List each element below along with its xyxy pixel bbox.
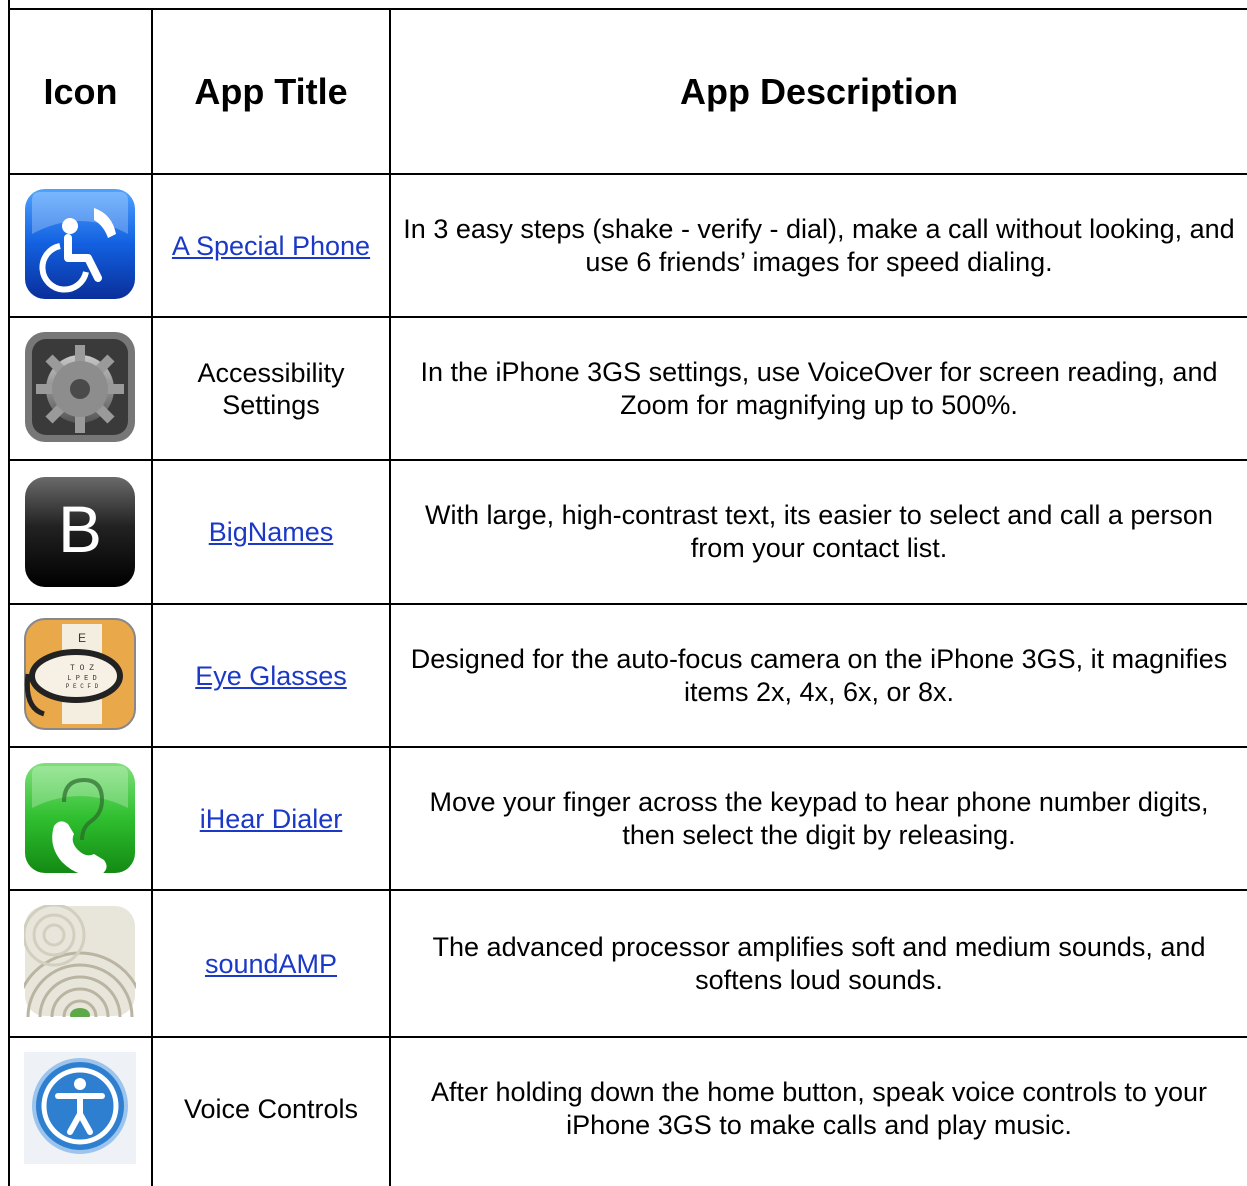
- app-title-link[interactable]: BigNames: [209, 516, 334, 548]
- svg-text:B: B: [58, 492, 102, 566]
- eye-glasses-icon: E T O Z L P E D P E C F D: [24, 618, 136, 730]
- row-description: After holding down the home button, spea…: [431, 1077, 1207, 1140]
- letter-b-icon: B: [25, 477, 135, 587]
- settings-gear-icon: [25, 332, 135, 442]
- row-description: In the iPhone 3GS settings, use VoiceOve…: [420, 356, 1218, 420]
- header-app-title: App Title: [194, 70, 348, 112]
- accessibility-person-icon: [24, 1052, 136, 1164]
- header-app-description: App Description: [679, 70, 958, 112]
- row-title-cell: soundAMP: [153, 891, 389, 1036]
- app-title-link[interactable]: A Special Phone: [172, 230, 370, 262]
- svg-text:P E C F D: P E C F D: [66, 683, 99, 690]
- ear-phone-icon: [25, 763, 135, 874]
- wheelchair-phone-icon: [25, 189, 135, 299]
- app-title-link[interactable]: soundAMP: [205, 948, 337, 980]
- header-icon: Icon: [43, 70, 118, 112]
- row-title-cell: Eye Glasses: [153, 605, 389, 746]
- row-title-cell: A Special Phone: [153, 175, 389, 316]
- row-title-cell: BigNames: [153, 461, 389, 603]
- row-title-cell: iHear Dialer: [153, 748, 389, 889]
- app-title-link[interactable]: Eye Glasses: [195, 660, 347, 692]
- sound-waves-icon: [24, 905, 136, 1017]
- svg-text:E: E: [78, 631, 86, 645]
- app-title-link[interactable]: iHear Dialer: [200, 803, 343, 835]
- row-description: With large, high-contrast text, its easi…: [425, 500, 1213, 563]
- row-description: Move your finger across the keypad to he…: [429, 786, 1209, 850]
- svg-text:T O Z: T O Z: [70, 664, 94, 673]
- svg-text:L P E D: L P E D: [67, 675, 96, 683]
- row-title: Accessibility Settings: [197, 357, 345, 420]
- row-description: The advanced processor amplifies soft an…: [432, 931, 1206, 995]
- row-description: In 3 easy steps (shake - verify - dial),…: [403, 213, 1235, 277]
- row-title: Voice Controls: [183, 1094, 359, 1124]
- table-border-left: [8, 0, 10, 1186]
- row-description: Designed for the auto-focus camera on th…: [410, 643, 1228, 707]
